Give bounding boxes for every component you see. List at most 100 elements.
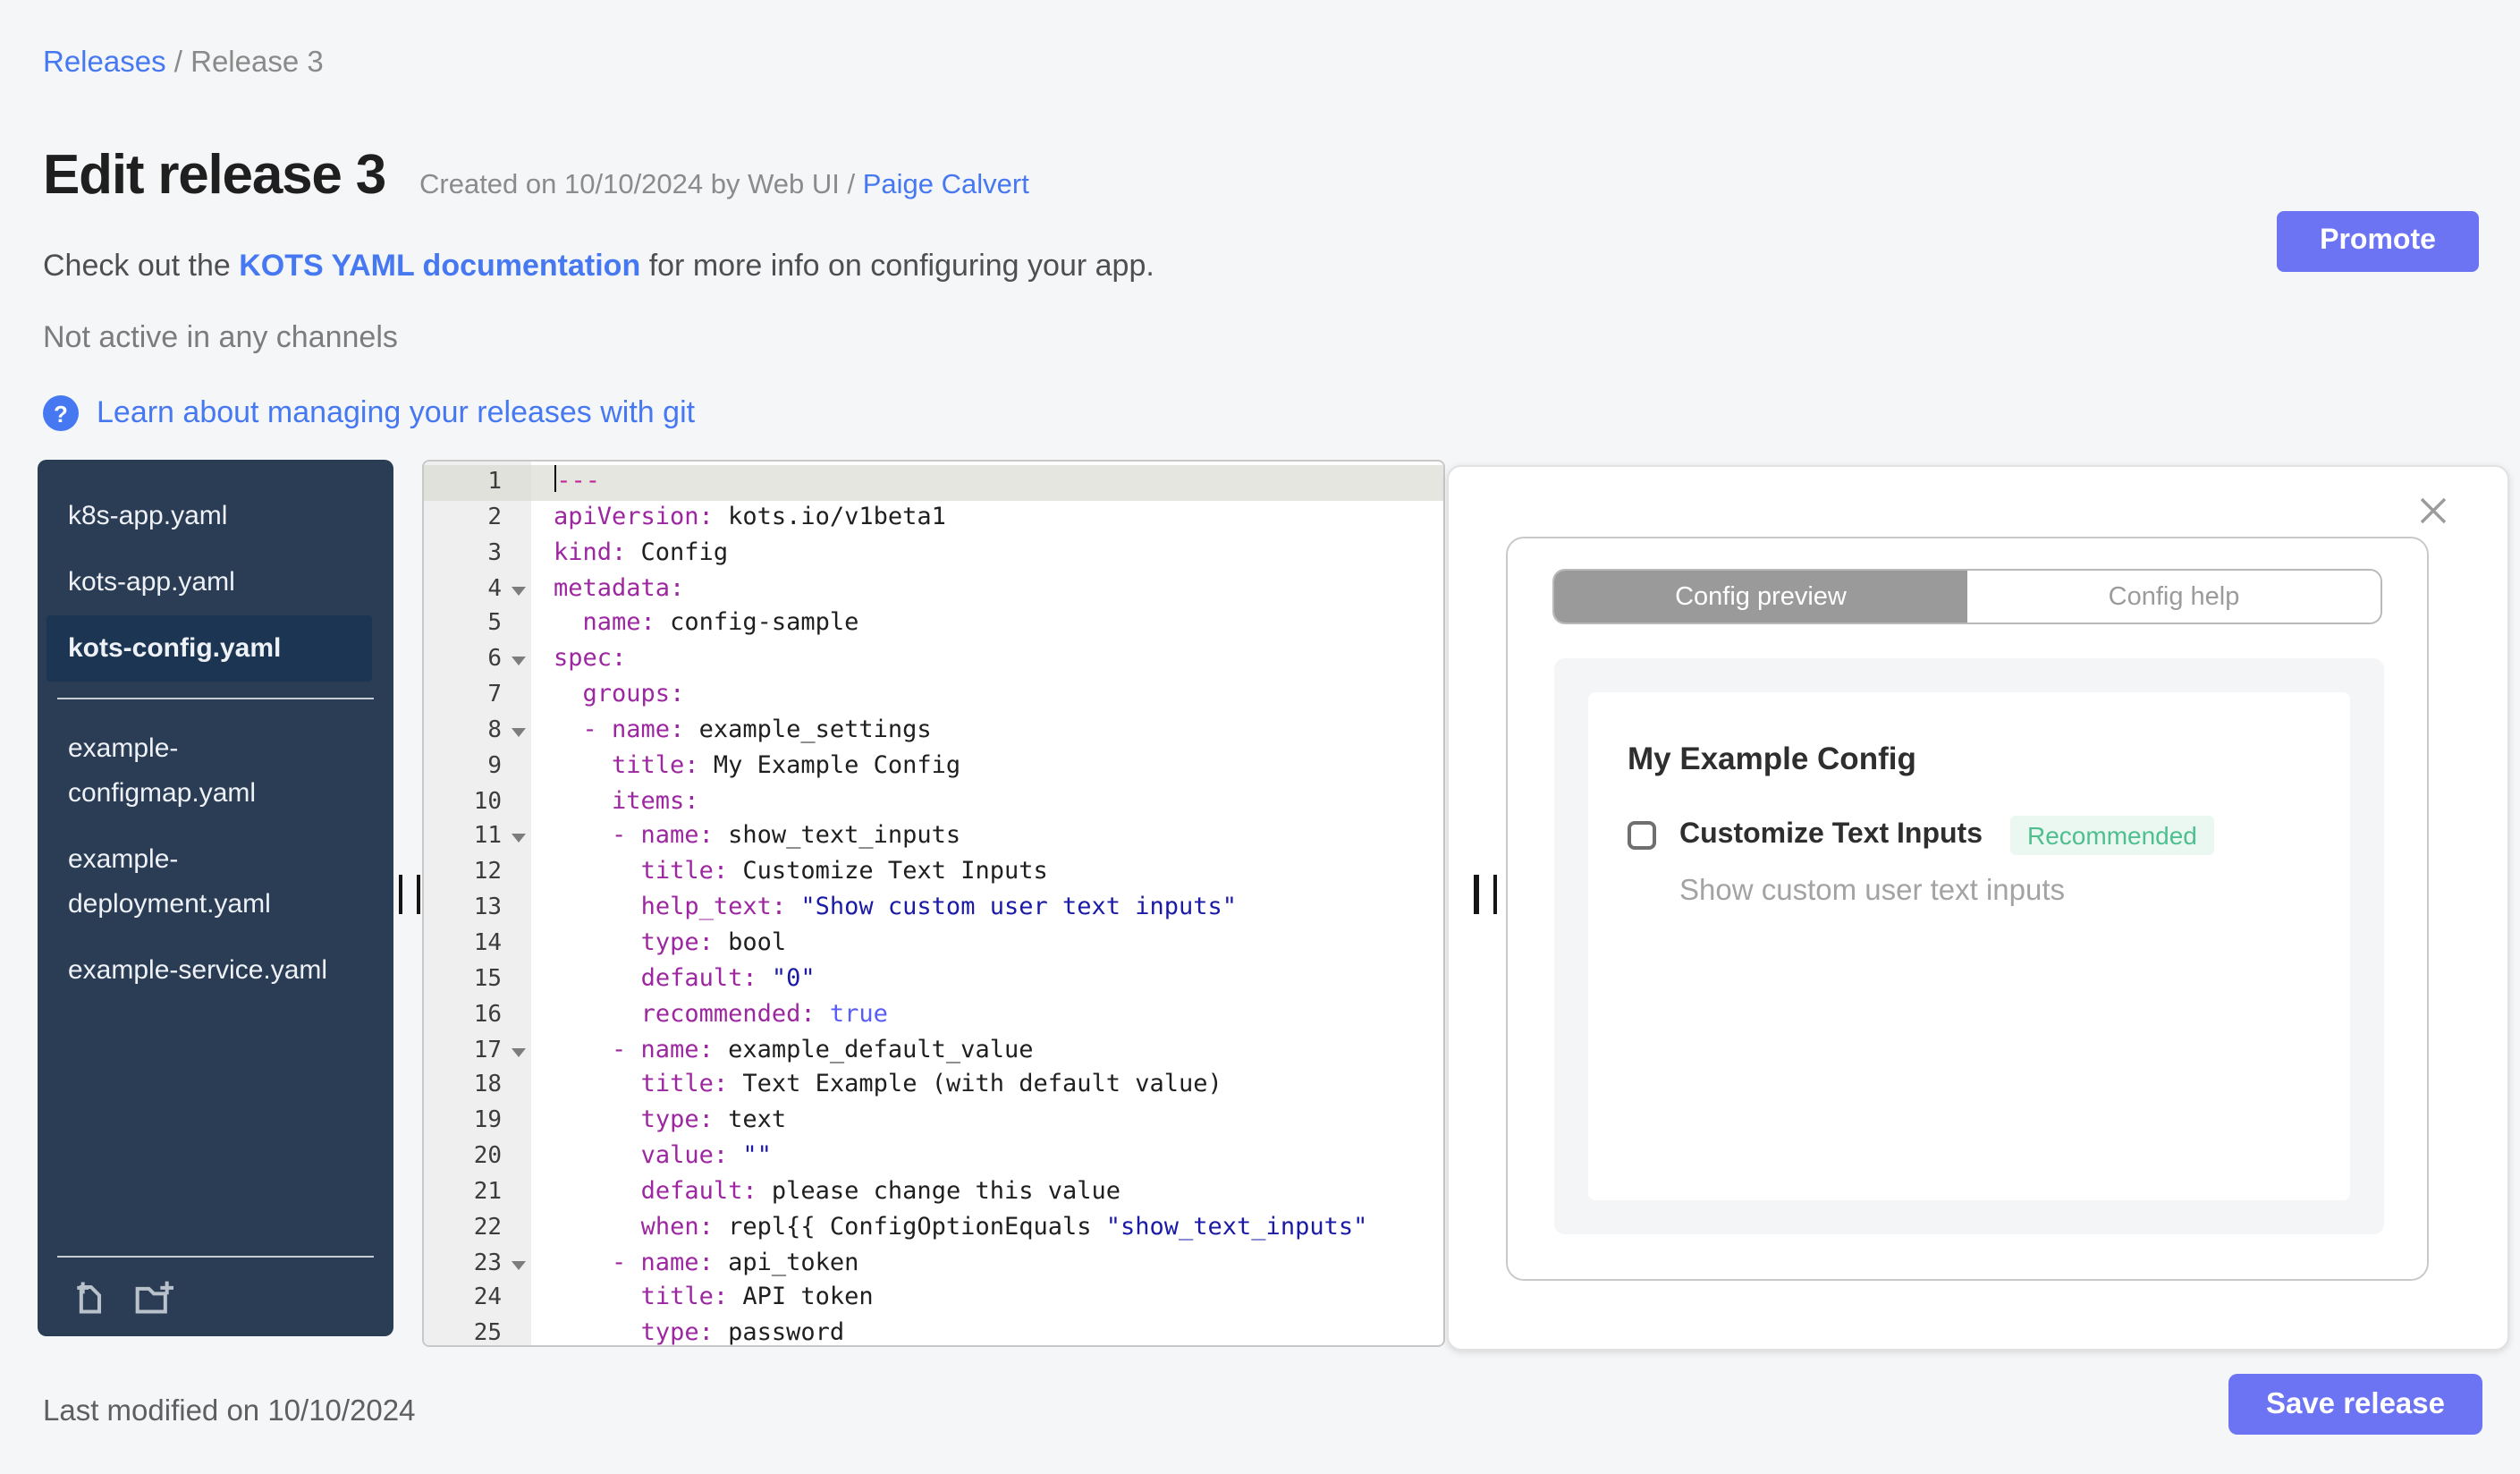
code-line-2[interactable]: 2 apiVersion: kots.io/v1beta1 [424, 500, 1443, 537]
editor-resize-handle[interactable] [1493, 875, 1498, 914]
fold-arrow-icon[interactable] [511, 1047, 525, 1056]
breadcrumb-separator: / [165, 47, 191, 79]
breadcrumb-releases-link[interactable]: Releases [43, 47, 166, 79]
sidebar-footer [57, 1256, 374, 1336]
code-line-23[interactable]: 23 - name: api_token [424, 1246, 1443, 1282]
fold-arrow-icon[interactable] [511, 727, 525, 737]
code-text: title: API token [640, 1283, 874, 1312]
new-file-icon[interactable] [70, 1277, 109, 1317]
code-text: items: [612, 786, 699, 816]
fold-arrow-icon[interactable] [511, 657, 525, 666]
code-text: type: text [640, 1106, 787, 1135]
code-line-17[interactable]: 17 - name: example_default_value [424, 1033, 1443, 1069]
tab-config-preview[interactable]: Config preview [1554, 571, 1967, 623]
tab-config-help[interactable]: Config help [1967, 571, 2380, 623]
code-line-3[interactable]: 3 kind: Config [424, 536, 1443, 572]
code-line-10[interactable]: 10 items: [424, 784, 1443, 820]
line-number: 5 [424, 606, 530, 643]
file-item-kots-app.yaml[interactable]: kots-app.yaml [38, 549, 393, 615]
code-line-1[interactable]: 1 --- [424, 465, 1443, 501]
line-number: 1 [424, 465, 530, 501]
code-line-5[interactable]: 5 name: config-sample [424, 606, 1443, 643]
line-number: 7 [424, 678, 530, 714]
code-text: - name: show_text_inputs [612, 821, 961, 851]
file-item-kots-config.yaml[interactable]: kots-config.yaml [47, 615, 372, 682]
sidebar-divider [57, 698, 374, 699]
config-card: Config preview Config help My Example Con… [1506, 537, 2429, 1281]
code-line-6[interactable]: 6 spec: [424, 642, 1443, 679]
line-number: 23 [424, 1246, 530, 1282]
code-text: - name: example_settings [582, 715, 932, 744]
file-sidebar: k8s-app.yaml kots-app.yaml kots-config.yam… [38, 460, 393, 1336]
close-icon[interactable] [2418, 496, 2448, 526]
code-line-7[interactable]: 7 groups: [424, 678, 1443, 714]
line-number: 16 [424, 997, 530, 1033]
sidebar-resize-handle[interactable] [398, 875, 403, 914]
code-text: metadata: [554, 573, 685, 603]
code-text: title: Customize Text Inputs [640, 857, 1048, 886]
config-checkbox[interactable] [1628, 821, 1656, 850]
line-number: 11 [424, 819, 530, 856]
code-line-13[interactable]: 13 help_text: "Show custom user text inp… [424, 891, 1443, 927]
new-folder-icon[interactable] [132, 1277, 175, 1317]
code-text: help_text: "Show custom user text inputs… [640, 893, 1238, 922]
line-number: 24 [424, 1281, 530, 1317]
line-number: 3 [424, 536, 530, 572]
code-line-20[interactable]: 20 value: "" [424, 1139, 1443, 1175]
kots-docs-link[interactable]: KOTS YAML documentation [239, 249, 640, 283]
created-by-link[interactable]: Paige Calvert [863, 170, 1029, 200]
code-line-9[interactable]: 9 title: My Example Config [424, 749, 1443, 785]
code-line-15[interactable]: 15 default: "0" [424, 961, 1443, 998]
code-line-22[interactable]: 22 when: repl{{ ConfigOptionEquals "show… [424, 1210, 1443, 1247]
code-text: value: "" [640, 1141, 772, 1171]
code-line-14[interactable]: 14 type: bool [424, 926, 1443, 962]
code-line-8[interactable]: 8 - name: example_settings [424, 713, 1443, 750]
breadcrumb: Releases / Release 3 [43, 47, 324, 80]
fold-arrow-icon[interactable] [511, 834, 525, 843]
question-icon: ? [43, 395, 79, 431]
code-text: groups: [582, 680, 685, 709]
channel-status: Not active in any channels [43, 320, 398, 354]
fold-arrow-icon[interactable] [511, 1260, 525, 1270]
line-number: 8 [424, 713, 530, 750]
file-item-example-deployment.yaml[interactable]: example- deployment.yaml [38, 826, 393, 937]
line-number: 21 [424, 1174, 530, 1211]
code-line-25[interactable]: 25 type: password [424, 1317, 1443, 1345]
code-text: kind: Config [554, 538, 729, 567]
editor-code-area[interactable]: 1 --- 2 apiVersion: kots.io/v1beta1 3 kind: C… [424, 465, 1443, 1345]
line-number: 13 [424, 891, 530, 927]
docs-prefix: Check out the [43, 249, 240, 283]
code-line-4[interactable]: 4 metadata: [424, 572, 1443, 607]
code-line-18[interactable]: 18 title: Text Example (with default val… [424, 1068, 1443, 1105]
code-text: title: My Example Config [612, 750, 961, 780]
code-line-11[interactable]: 11 - name: show_text_inputs [424, 819, 1443, 856]
file-item-example-configmap.yaml[interactable]: example- configmap.yaml [38, 716, 393, 826]
code-line-12[interactable]: 12 title: Customize Text Inputs [424, 855, 1443, 892]
save-release-button[interactable]: Save release [2228, 1374, 2482, 1435]
line-number: 20 [424, 1139, 530, 1175]
code-line-19[interactable]: 19 type: text [424, 1104, 1443, 1140]
line-number: 9 [424, 749, 530, 785]
sidebar-resize-handle[interactable] [416, 875, 421, 914]
git-releases-link[interactable]: Learn about managing your releases with … [97, 395, 695, 431]
code-text: --- [530, 465, 1443, 501]
file-item-example-service.yaml[interactable]: example-service.yaml [38, 937, 393, 1004]
file-list: k8s-app.yaml kots-app.yaml kots-config.yam… [38, 460, 393, 1004]
config-group-title: My Example Config [1628, 741, 1916, 776]
config-preview-panel: Config preview Config help My Example Con… [1447, 465, 2509, 1351]
config-item-row: Customize Text Inputs Recommended [1628, 816, 2350, 855]
code-line-21[interactable]: 21 default: please change this value [424, 1174, 1443, 1211]
line-number: 10 [424, 784, 530, 820]
recommended-badge: Recommended [2009, 816, 2215, 855]
line-number: 22 [424, 1210, 530, 1247]
file-item-k8s-app.yaml[interactable]: k8s-app.yaml [38, 483, 393, 549]
yaml-editor[interactable]: 1 --- 2 apiVersion: kots.io/v1beta1 3 kind: C… [422, 460, 1445, 1347]
line-number: 2 [424, 500, 530, 537]
code-line-16[interactable]: 16 recommended: true [424, 997, 1443, 1033]
editor-resize-handle[interactable] [1474, 875, 1479, 914]
promote-button[interactable]: Promote [2277, 211, 2479, 272]
title-row: Edit release 3 Created on 10/10/2024 by … [43, 143, 1029, 208]
code-line-24[interactable]: 24 title: API token [424, 1281, 1443, 1317]
fold-arrow-icon[interactable] [511, 586, 525, 596]
code-text: - name: example_default_value [612, 1035, 1034, 1063]
